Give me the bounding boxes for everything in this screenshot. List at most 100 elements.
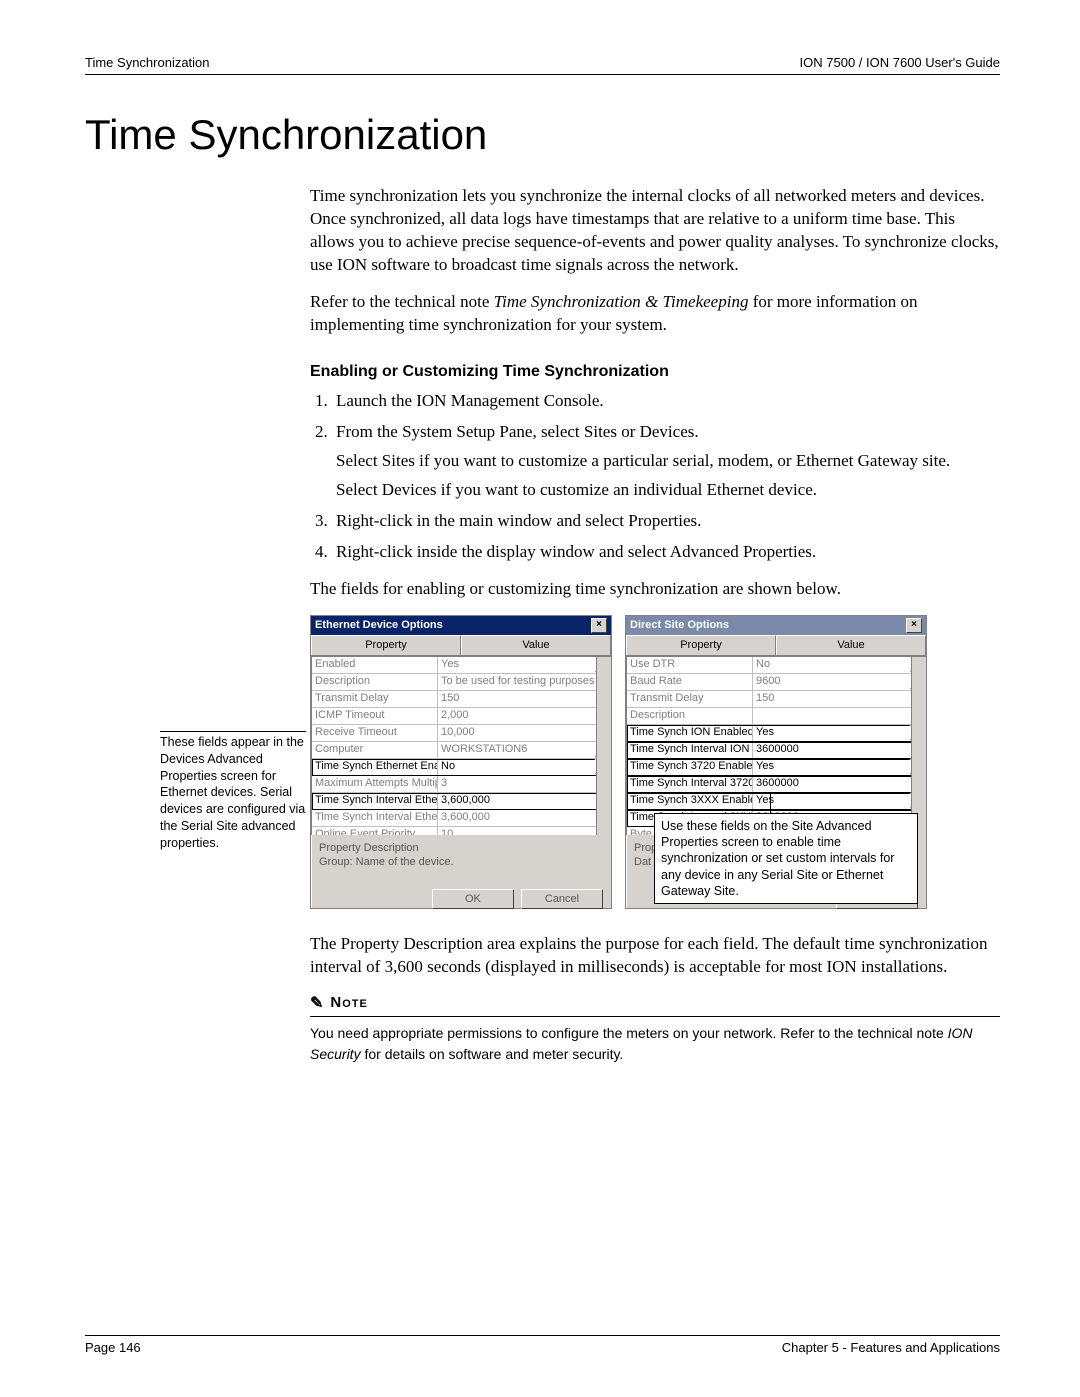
col-value: Value <box>461 635 611 655</box>
table-row[interactable]: DescriptionTo be used for testing purpos… <box>312 674 611 691</box>
value-text: 3600000 <box>756 742 799 757</box>
note-block: ✎ Note You need appropriate permissions … <box>310 993 1000 1064</box>
table-row[interactable]: Transmit Delay150 <box>312 691 611 708</box>
value-cell[interactable] <box>753 708 926 724</box>
grid-header: Property Value <box>626 635 926 656</box>
property-cell: Time Synch ION Enabled <box>627 725 753 741</box>
close-icon[interactable]: × <box>591 618 607 633</box>
value-cell[interactable]: 150 <box>753 691 926 707</box>
value-text: 3,600,000 <box>441 793 490 808</box>
table-row[interactable]: Time Synch Interval Ethernet3,600,000 <box>312 810 611 827</box>
step-2: From the System Setup Pane, select Sites… <box>332 421 1000 502</box>
value-cell[interactable]: 3 <box>438 776 611 792</box>
value-cell[interactable]: Yes <box>438 657 611 673</box>
value-text: 3 <box>441 776 447 791</box>
note-label: Note <box>330 993 367 1013</box>
close-icon[interactable]: × <box>906 618 922 633</box>
property-cell: Time Synch Interval Ethernet <box>312 793 438 809</box>
value-cell[interactable]: 9600 <box>753 674 926 690</box>
cancel-button[interactable]: Cancel <box>521 889 603 910</box>
table-row[interactable]: Baud Rate9600 <box>627 674 926 691</box>
value-cell[interactable]: 10 <box>438 827 611 835</box>
table-row[interactable]: Receive Timeout10,000 <box>312 725 611 742</box>
scrollbar[interactable] <box>596 657 611 835</box>
property-cell: Computer <box>312 742 438 758</box>
property-cell: Use DTR <box>627 657 753 673</box>
value-text: 10,000 <box>441 725 475 740</box>
step-3: Right-click in the main window and selec… <box>332 510 1000 533</box>
property-cell: ICMP Timeout <box>312 708 438 724</box>
step-2-text: From the System Setup Pane, select Sites… <box>336 422 699 441</box>
value-cell[interactable]: 3,600,000 <box>438 810 611 826</box>
intro-paragraph-1: Time synchronization lets you synchroniz… <box>310 185 1000 277</box>
dialog-title: Ethernet Device Options <box>315 618 443 633</box>
scrollbar[interactable] <box>911 657 926 835</box>
intro2-emphasis: Time Synchronization & Timekeeping <box>494 292 749 311</box>
value-cell[interactable]: To be used for testing purposes only <box>438 674 611 690</box>
value-cell[interactable]: 10,000 <box>438 725 611 741</box>
dialog-title: Direct Site Options <box>630 618 729 633</box>
property-cell: Description <box>312 674 438 690</box>
table-row[interactable]: Time Synch ION EnabledYes <box>627 725 926 742</box>
step-4-text: Right-click inside the display window an… <box>336 542 816 561</box>
value-cell[interactable]: No <box>753 657 926 673</box>
callout-connector <box>770 793 771 813</box>
table-row[interactable]: Time Synch Interval Ethernet3,600,000 <box>312 793 611 810</box>
value-cell[interactable]: 3,600,000 <box>438 793 611 809</box>
value-text: 9600 <box>756 674 780 689</box>
value-cell[interactable]: 150 <box>438 691 611 707</box>
note-icon: ✎ <box>310 993 324 1015</box>
property-cell: Time Synch 3XXX Enabled <box>627 793 753 809</box>
value-cell[interactable]: Yes <box>753 725 926 741</box>
value-cell[interactable]: WORKSTATION6 <box>438 742 611 758</box>
table-row[interactable]: Transmit Delay150 <box>627 691 926 708</box>
table-row[interactable]: Online Event Priority10 <box>312 827 611 835</box>
property-cell: Description <box>627 708 753 724</box>
footer-right: Chapter 5 - Features and Applications <box>782 1340 1000 1355</box>
page: Time Synchronization ION 7500 / ION 7600… <box>0 0 1080 1397</box>
value-cell[interactable]: Yes <box>753 793 926 809</box>
table-row[interactable]: Time Synch 3XXX EnabledYes <box>627 793 926 810</box>
property-cell: Maximum Attempts Multiple <box>312 776 438 792</box>
value-text: Yes <box>756 725 774 740</box>
table-row[interactable]: ComputerWORKSTATION6 <box>312 742 611 759</box>
header-right: ION 7500 / ION 7600 User's Guide <box>800 55 1000 70</box>
table-row[interactable]: Time Synch Interval ION3600000 <box>627 742 926 759</box>
grid-header: Property Value <box>311 635 611 656</box>
grid-body-left: EnabledYesDescriptionTo be used for test… <box>311 656 611 835</box>
value-cell[interactable]: No <box>438 759 611 775</box>
value-cell[interactable]: 3600000 <box>753 742 926 758</box>
table-row[interactable]: Use DTRNo <box>627 657 926 674</box>
table-row[interactable]: Time Synch Ethernet EnabledNo <box>312 759 611 776</box>
intro-paragraph-2: Refer to the technical note Time Synchro… <box>310 291 1000 337</box>
property-cell: Time Synch Interval Ethernet <box>312 810 438 826</box>
value-cell[interactable]: Yes <box>753 759 926 775</box>
note-post: for details on software and meter securi… <box>361 1046 624 1062</box>
property-cell: Baud Rate <box>627 674 753 690</box>
property-cell: Time Synch 3720 Enabled <box>627 759 753 775</box>
value-text: Yes <box>441 657 459 672</box>
col-property: Property <box>626 635 776 655</box>
table-row[interactable]: EnabledYes <box>312 657 611 674</box>
after-steps: The fields for enabling or customizing t… <box>310 578 1000 601</box>
value-cell[interactable]: 3600000 <box>753 776 926 792</box>
table-row[interactable]: Time Synch Interval 37203600000 <box>627 776 926 793</box>
note-pre: You need appropriate permissions to conf… <box>310 1025 948 1041</box>
table-row[interactable]: Maximum Attempts Multiple3 <box>312 776 611 793</box>
table-row[interactable]: Time Synch 3720 EnabledYes <box>627 759 926 776</box>
property-cell: Transmit Delay <box>627 691 753 707</box>
col-property: Property <box>311 635 461 655</box>
value-cell[interactable]: 2,000 <box>438 708 611 724</box>
table-row[interactable]: ICMP Timeout2,000 <box>312 708 611 725</box>
value-text: 10 <box>441 827 453 835</box>
running-footer: Page 146 Chapter 5 - Features and Applic… <box>85 1335 1000 1355</box>
callout-right: Use these fields on the Site Advanced Pr… <box>654 813 918 904</box>
value-text: Yes <box>756 793 774 808</box>
value-text: 3,600,000 <box>441 810 490 825</box>
value-text: 150 <box>441 691 459 706</box>
ok-button[interactable]: OK <box>432 889 514 910</box>
property-cell: Time Synch Ethernet Enabled <box>312 759 438 775</box>
property-description-area: Property Description Group: Name of the … <box>311 835 611 889</box>
after-screenshot: The Property Description area explains t… <box>310 933 1000 979</box>
table-row[interactable]: Description <box>627 708 926 725</box>
